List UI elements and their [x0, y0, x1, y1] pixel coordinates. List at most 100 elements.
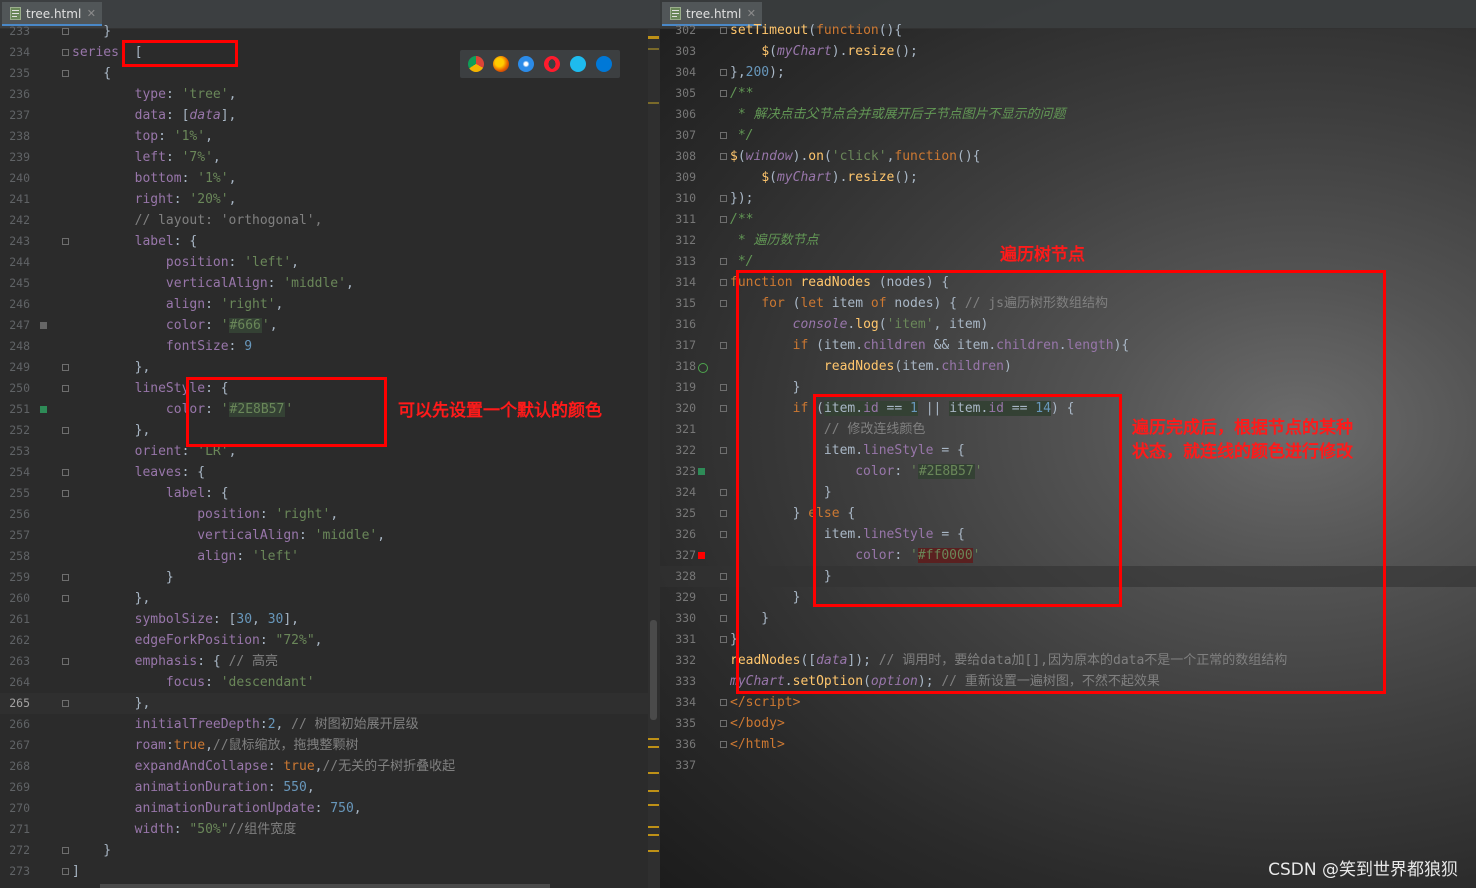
code-line[interactable]: 337 — [660, 755, 1476, 776]
code-line[interactable]: 262 edgeForkPosition: "72%", — [0, 630, 660, 651]
code-line[interactable]: 317 if (item.children && item.children.l… — [660, 335, 1476, 356]
code-line[interactable]: 242 // layout: 'orthogonal', — [0, 210, 660, 231]
code-line[interactable]: 255 label: { — [0, 483, 660, 504]
code-line[interactable]: 245 verticalAlign: 'middle', — [0, 273, 660, 294]
code-line[interactable]: 237 data: [data], — [0, 105, 660, 126]
fold-marker-icon[interactable] — [62, 847, 69, 854]
code-line[interactable]: 311 /** — [660, 209, 1476, 230]
fold-marker-icon[interactable] — [720, 594, 727, 601]
fold-marker-icon[interactable] — [62, 427, 69, 434]
edge-icon[interactable] — [596, 56, 612, 72]
code-line[interactable]: 302 setTimeout(function(){ — [660, 20, 1476, 41]
code-line[interactable]: 256 position: 'right', — [0, 504, 660, 525]
code-line[interactable]: 334 </script> — [660, 692, 1476, 713]
fold-marker-icon[interactable] — [62, 490, 69, 497]
code-line[interactable]: 333 myChart.setOption(option); // 重新设置一遍树… — [660, 671, 1476, 692]
fold-marker-icon[interactable] — [720, 384, 727, 391]
fold-marker-icon[interactable] — [720, 300, 727, 307]
firefox-icon[interactable] — [493, 56, 509, 72]
code-line[interactable]: 239 left: '7%', — [0, 147, 660, 168]
code-line[interactable]: 261 symbolSize: [30, 30], — [0, 609, 660, 630]
left-horizontal-scrollbar[interactable] — [100, 884, 550, 888]
fold-marker-icon[interactable] — [720, 699, 727, 706]
code-line[interactable]: 248 fontSize: 9 — [0, 336, 660, 357]
ie-icon[interactable] — [570, 56, 586, 72]
code-line[interactable]: 244 position: 'left', — [0, 252, 660, 273]
code-line[interactable]: 250 lineStyle: { — [0, 378, 660, 399]
code-line[interactable]: 238 top: '1%', — [0, 126, 660, 147]
code-line[interactable]: 236 type: 'tree', — [0, 84, 660, 105]
fold-marker-icon[interactable] — [62, 700, 69, 707]
fold-marker-icon[interactable] — [62, 469, 69, 476]
fold-marker-icon[interactable] — [62, 574, 69, 581]
code-line[interactable]: 321 // 修改连线颜色 — [660, 419, 1476, 440]
code-line[interactable]: 257 verticalAlign: 'middle', — [0, 525, 660, 546]
code-line[interactable]: 327 color: '#ff0000' — [660, 545, 1476, 566]
fold-marker-icon[interactable] — [62, 595, 69, 602]
fold-marker-icon[interactable] — [720, 615, 727, 622]
code-line[interactable]: 268 expandAndCollapse: true,//无关的子树折叠收起 — [0, 756, 660, 777]
left-scrollbar-thumb[interactable] — [650, 620, 657, 720]
fold-marker-icon[interactable] — [720, 153, 727, 160]
fold-marker-icon[interactable] — [62, 868, 69, 875]
code-line[interactable]: 318 readNodes(item.children) — [660, 356, 1476, 377]
code-line[interactable]: 316 console.log('item', item) — [660, 314, 1476, 335]
fold-marker-icon[interactable] — [720, 636, 727, 643]
code-line[interactable]: 266 initialTreeDepth:2, // 树图初始展开层级 — [0, 714, 660, 735]
code-line[interactable]: 264 focus: 'descendant' — [0, 672, 660, 693]
code-line[interactable]: 319 } — [660, 377, 1476, 398]
code-line[interactable]: 254 leaves: { — [0, 462, 660, 483]
fold-marker-icon[interactable] — [720, 132, 727, 139]
code-line[interactable]: 270 animationDurationUpdate: 750, — [0, 798, 660, 819]
code-line[interactable]: 265 }, — [0, 693, 660, 714]
code-line[interactable]: 233 } — [0, 21, 660, 42]
code-line[interactable]: 252 }, — [0, 420, 660, 441]
code-line[interactable]: 249 }, — [0, 357, 660, 378]
fold-marker-icon[interactable] — [720, 258, 727, 265]
code-line[interactable]: 307 */ — [660, 125, 1476, 146]
code-line[interactable]: 308 $(window).on('click',function(){ — [660, 146, 1476, 167]
code-line[interactable]: 273] — [0, 861, 660, 882]
opera-icon[interactable] — [544, 56, 560, 72]
code-line[interactable]: 263 emphasis: { // 高亮 — [0, 651, 660, 672]
code-line[interactable]: 259 } — [0, 567, 660, 588]
fold-marker-icon[interactable] — [720, 342, 727, 349]
code-line[interactable]: 253 orient: 'LR', — [0, 441, 660, 462]
fold-marker-icon[interactable] — [62, 70, 69, 77]
fold-marker-icon[interactable] — [720, 510, 727, 517]
code-line[interactable]: 326 item.lineStyle = { — [660, 524, 1476, 545]
code-line[interactable]: 303 $(myChart).resize(); — [660, 41, 1476, 62]
code-line[interactable]: 246 align: 'right', — [0, 294, 660, 315]
fold-marker-icon[interactable] — [720, 489, 727, 496]
code-line[interactable]: 335 </body> — [660, 713, 1476, 734]
fold-marker-icon[interactable] — [720, 447, 727, 454]
fold-marker-icon[interactable] — [720, 279, 727, 286]
left-scrollbar-track[interactable] — [648, 29, 660, 888]
code-line[interactable]: 336 </html> — [660, 734, 1476, 755]
fold-marker-icon[interactable] — [62, 238, 69, 245]
fold-marker-icon[interactable] — [720, 90, 727, 97]
fold-marker-icon[interactable] — [720, 405, 727, 412]
code-line[interactable]: 325 } else { — [660, 503, 1476, 524]
fold-marker-icon[interactable] — [720, 195, 727, 202]
fold-marker-icon[interactable] — [62, 49, 69, 56]
code-line[interactable]: 315 for (let item of nodes) { // js遍历树形数… — [660, 293, 1476, 314]
fold-marker-icon[interactable] — [720, 27, 727, 34]
fold-marker-icon[interactable] — [720, 720, 727, 727]
code-line[interactable]: 267 roam:true,//鼠标缩放，拖拽整颗树 — [0, 735, 660, 756]
code-line[interactable]: 258 align: 'left' — [0, 546, 660, 567]
code-line[interactable]: 332 readNodes([data]); // 调用时，要给data加[],因… — [660, 650, 1476, 671]
right-code-editor[interactable]: 302 setTimeout(function(){303 $(myChart).… — [660, 23, 1476, 888]
fold-marker-icon[interactable] — [720, 69, 727, 76]
code-line[interactable]: 243 label: { — [0, 231, 660, 252]
code-line[interactable]: 305 /** — [660, 83, 1476, 104]
fold-marker-icon[interactable] — [720, 741, 727, 748]
code-line[interactable]: 328 } — [660, 566, 1476, 587]
code-line[interactable]: 309 $(myChart).resize(); — [660, 167, 1476, 188]
code-line[interactable]: 304},200); — [660, 62, 1476, 83]
safari-icon[interactable] — [518, 56, 534, 72]
fold-marker-icon[interactable] — [62, 385, 69, 392]
code-line[interactable]: 314 function readNodes (nodes) { — [660, 272, 1476, 293]
code-line[interactable]: 323 color: '#2E8B57' — [660, 461, 1476, 482]
fold-marker-icon[interactable] — [62, 28, 69, 35]
